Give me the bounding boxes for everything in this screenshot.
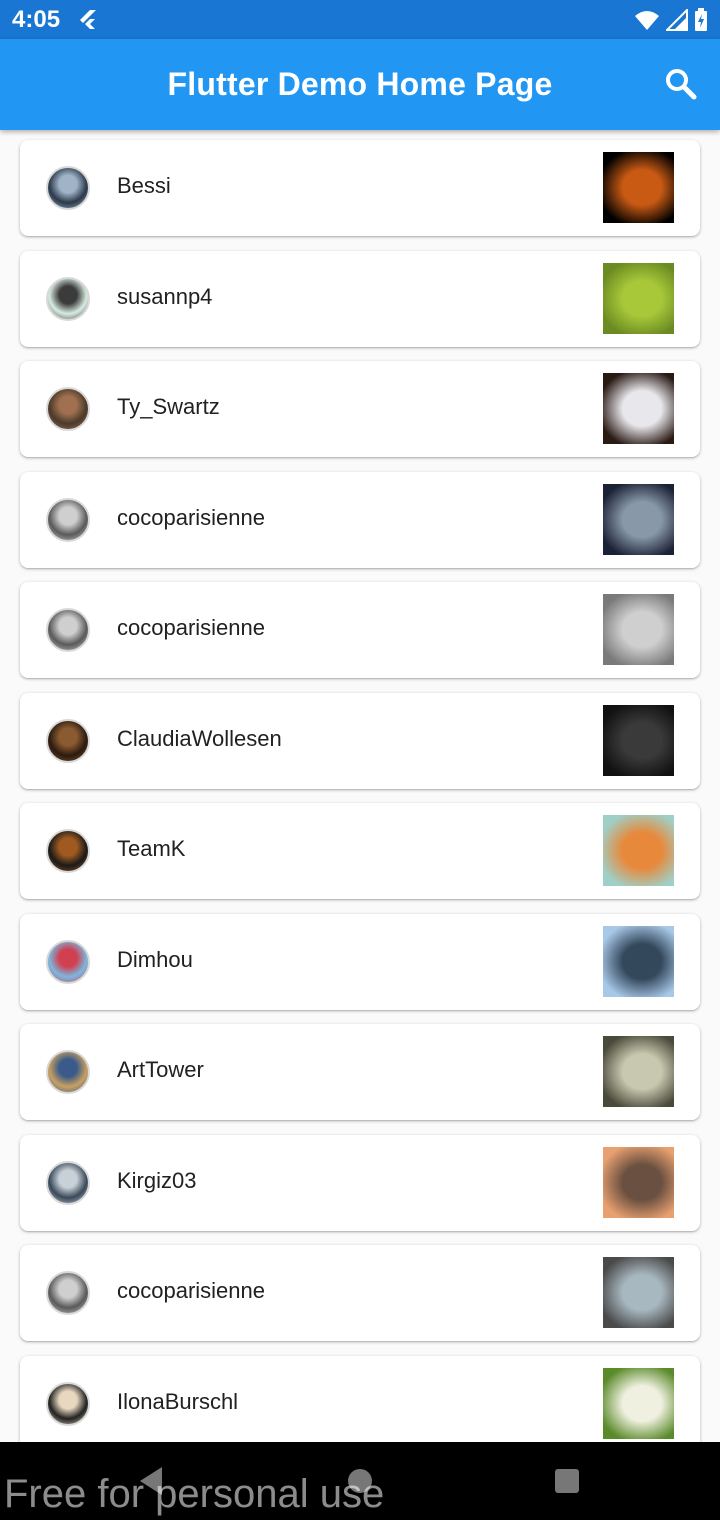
list-item[interactable]: cocoparisienne [20,471,700,568]
username-label: Dimhou [117,946,193,972]
username-label: susannp4 [117,283,213,309]
recents-button[interactable] [555,1469,579,1493]
list-item[interactable]: cocoparisienne [20,1245,700,1341]
list-item[interactable]: Kirgiz03 [20,1134,700,1231]
thumbnail-image [603,815,674,886]
search-icon [666,69,697,100]
list-item[interactable]: Bessi [20,140,700,236]
username-label: ArtTower [117,1057,204,1082]
avatar [46,497,90,542]
thumbnail-image [603,1036,674,1107]
avatar [46,718,90,763]
avatar [46,1381,90,1426]
wifi-icon [635,11,659,30]
avatar [46,608,90,652]
avatar [46,387,90,431]
status-bar: 4:05 [0,0,720,39]
list-item[interactable]: Ty_Swartz [20,361,700,457]
thumbnail-image [603,373,674,444]
avatar [46,1160,90,1205]
thumbnail-image [603,594,674,665]
watermark: Free for personal use [4,1472,385,1516]
thumbnail-image [603,704,674,776]
thumbnail-image [603,1146,674,1218]
thumbnail-image [603,262,674,334]
list-item[interactable]: susannp4 [20,250,700,347]
thumbnail-image [603,483,674,555]
username-label: cocoparisienne [117,1278,265,1303]
list-item[interactable]: TeamK [20,803,700,899]
search-button[interactable] [664,67,698,101]
thumbnail-image [603,1367,674,1439]
avatar [46,1050,90,1094]
avatar [46,939,90,984]
list-item[interactable]: Dimhou [20,913,700,1010]
list-item[interactable]: ClaudiaWollesen [20,692,700,789]
app-bar: Flutter Demo Home Page [0,39,720,130]
list-item[interactable]: cocoparisienne [20,582,700,678]
username-label: IlonaBurschl [117,1388,239,1414]
signal-icon [666,9,688,31]
list-item[interactable]: IlonaBurschl [20,1355,700,1442]
list-item[interactable]: ArtTower [20,1024,700,1120]
thumbnail-image [603,152,674,223]
avatar [46,829,90,873]
avatar [46,276,90,321]
username-label: cocoparisienne [117,615,265,640]
flutter-icon [78,9,98,34]
avatar [46,166,90,210]
username-label: Bessi [117,173,171,198]
username-label: ClaudiaWollesen [117,725,282,751]
username-label: TeamK [117,836,186,861]
username-label: cocoparisienne [117,504,265,530]
battery-icon [695,8,707,31]
thumbnail-image [603,925,674,997]
page-title: Flutter Demo Home Page [167,66,553,102]
status-time: 4:05 [12,6,61,33]
status-icons [634,8,708,32]
avatar [46,1271,90,1315]
username-label: Kirgiz03 [117,1167,197,1193]
user-list[interactable]: Bessi susannp4 Ty_Swartz cocoparisienne coco… [0,130,720,1442]
username-label: Ty_Swartz [117,394,220,419]
thumbnail-image [603,1257,674,1328]
